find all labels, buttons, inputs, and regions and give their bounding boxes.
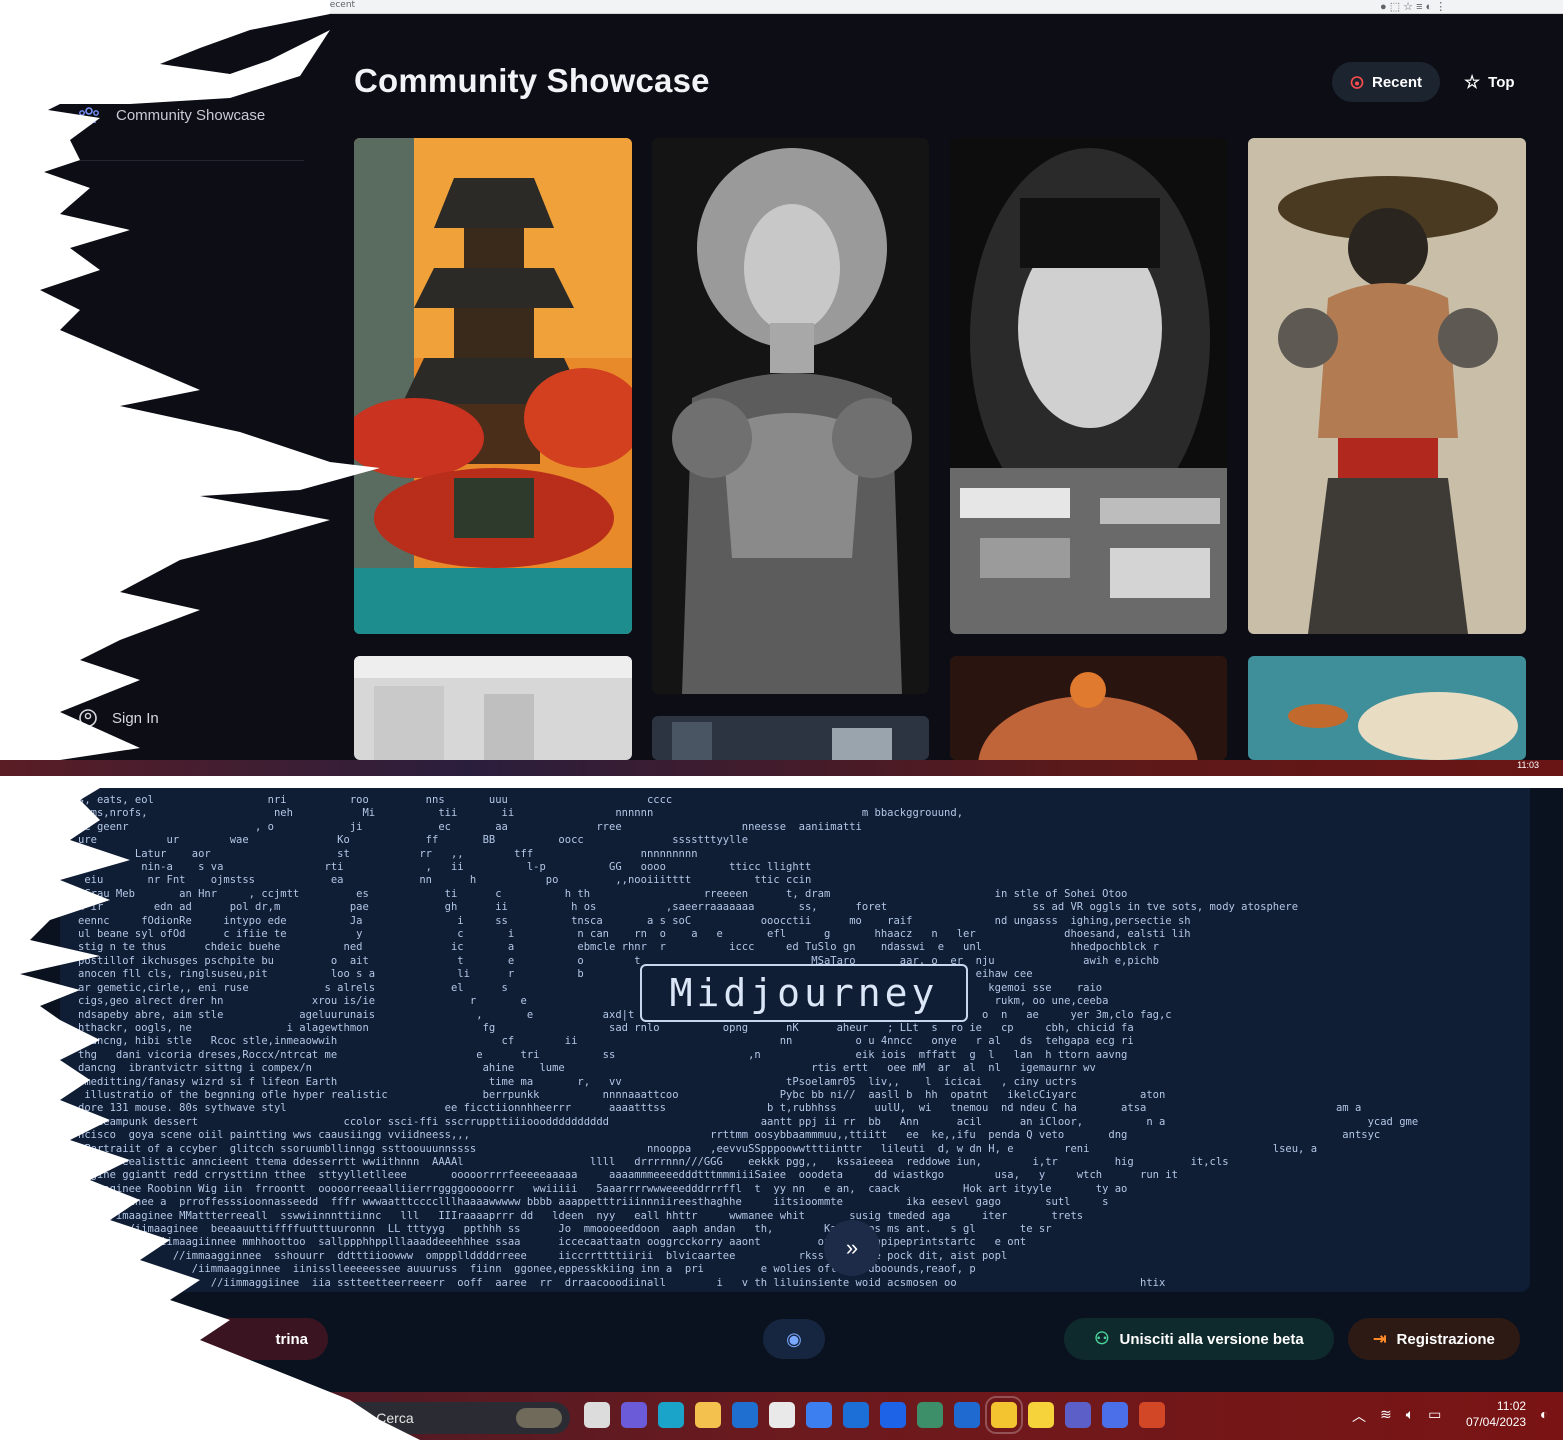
taskbar-top-clock: 11:03	[1517, 760, 1539, 770]
join-beta-button[interactable]: ⚇ Unisciti alla versione beta	[1064, 1318, 1334, 1360]
store-icon[interactable]	[769, 1402, 795, 1428]
sort-top-button[interactable]: ☆ Top	[1452, 62, 1527, 102]
mail-icon[interactable]	[843, 1402, 869, 1428]
battery-icon[interactable]: ▭	[1428, 1406, 1441, 1426]
gallery-tile-armor-woman[interactable]	[652, 138, 929, 694]
sort-recent-label: Recent	[1372, 73, 1423, 91]
outlook-icon[interactable]	[732, 1402, 758, 1428]
midjourney-logo: Midjourney	[640, 964, 968, 1022]
gallery-tile-newspaper-portrait[interactable]	[950, 138, 1227, 634]
system-tray: ︿ ≋ 🔈︎ ▭	[1352, 1406, 1441, 1426]
register-button[interactable]: ⇥ Registrazione	[1348, 1318, 1520, 1360]
teams-icon[interactable]	[1065, 1402, 1091, 1428]
gallery-tile-city[interactable]	[652, 716, 929, 760]
address-bar[interactable]: om/showcase/recent	[262, 0, 355, 10]
paint-icon[interactable]	[1028, 1402, 1054, 1428]
search-highlight-thumb	[516, 1408, 562, 1428]
infinity-icon[interactable]	[1102, 1402, 1128, 1428]
join-beta-label: Unisciti alla versione beta	[1119, 1330, 1304, 1348]
speaker-icon[interactable]: 🔈︎	[1406, 1406, 1414, 1426]
vetrina-label: trina	[275, 1330, 308, 1348]
eye-icon: ◉	[786, 1328, 802, 1349]
search-icon: ⚲	[356, 1409, 367, 1426]
ascii-art-panel: s, eats, eol nri roo nns uuu cccc sms,nr…	[60, 788, 1530, 1292]
taskbar-top: 11:03	[0, 760, 1563, 776]
midjourney-landing-screenshot: s, eats, eol nri roo nns uuu cccc sms,nr…	[0, 788, 1563, 1440]
sidebar-item-label: Community Showcase	[116, 106, 266, 124]
chat-icon[interactable]	[621, 1402, 647, 1428]
sign-in-link[interactable]: Sign In	[78, 708, 159, 728]
dropbox-icon[interactable]	[880, 1402, 906, 1428]
file-explorer-icon[interactable]	[584, 1402, 610, 1428]
whiteboard-icon[interactable]	[954, 1402, 980, 1428]
star-icon: ☆	[1464, 71, 1481, 92]
folder-icon[interactable]	[695, 1402, 721, 1428]
chrome-icon[interactable]	[985, 1396, 1023, 1434]
scroll-down-button[interactable]: »	[824, 1220, 880, 1276]
globe-icon[interactable]	[917, 1402, 943, 1428]
sort-top-label: Top	[1488, 73, 1515, 91]
windows-taskbar: ⚲ Cerca ︿ ≋ 🔈︎ ▭ 11:02 07/04/2023 ◐	[0, 1392, 1563, 1440]
user-circle-icon	[79, 709, 97, 727]
sign-in-label: Sign In	[112, 709, 159, 727]
clock-time: 11:02	[1496, 1399, 1527, 1413]
gallery-tile-fish[interactable]	[1248, 656, 1526, 760]
page-title: Community Showcase	[354, 62, 710, 99]
browser-controls[interactable]: ● ⬚ ☆ ≡ ◐ ⋮	[1380, 0, 1446, 13]
users-icon	[79, 107, 99, 124]
vetrina-button[interactable]: trina	[196, 1318, 328, 1360]
gallery-tile-samurai[interactable]	[1248, 138, 1526, 634]
ascii-text: s, eats, eol nri roo nns uuu cccc sms,nr…	[78, 794, 1419, 1289]
taskbar-apps	[584, 1396, 1165, 1434]
search-label: Cerca	[376, 1410, 414, 1426]
wifi-icon[interactable]: ≋	[1380, 1406, 1392, 1426]
taskbar-search[interactable]: ⚲ Cerca	[336, 1402, 570, 1434]
tray-overflow-icon[interactable]: ︿	[1352, 1406, 1366, 1426]
logo-text: Midjourney	[669, 971, 939, 1015]
gallery-tile-knitted-hat[interactable]	[950, 656, 1227, 760]
flame-icon	[1350, 76, 1364, 89]
notification-icon[interactable]: ◐	[1540, 1406, 1548, 1422]
register-label: Registrazione	[1396, 1330, 1495, 1348]
browser-bar: om/showcase/recent ● ⬚ ☆ ≡ ◐ ⋮	[0, 0, 1563, 14]
copilot-icon[interactable]	[806, 1402, 832, 1428]
user-plus-icon: ⚇	[1094, 1329, 1110, 1348]
gallery-tile-interior[interactable]	[354, 656, 632, 760]
view-button[interactable]: ◉	[763, 1319, 825, 1359]
showcase-screenshot: om/showcase/recent ● ⬚ ☆ ≡ ◐ ⋮ Community…	[0, 0, 1563, 776]
sort-recent-button[interactable]: Recent	[1332, 62, 1441, 102]
sign-in-icon: ⇥	[1373, 1331, 1387, 1348]
clock-date: 07/04/2023	[1466, 1415, 1527, 1429]
taskbar-clock[interactable]: 11:02 07/04/2023	[1466, 1398, 1526, 1430]
sidebar-item-community-showcase[interactable]: Community Showcase	[78, 106, 265, 124]
chevron-double-down-icon: »	[845, 1235, 859, 1260]
powerpoint-icon[interactable]	[1139, 1402, 1165, 1428]
gallery-tile-pagoda[interactable]	[354, 138, 632, 634]
sidebar-divider	[60, 160, 304, 161]
edge-icon[interactable]	[658, 1402, 684, 1428]
